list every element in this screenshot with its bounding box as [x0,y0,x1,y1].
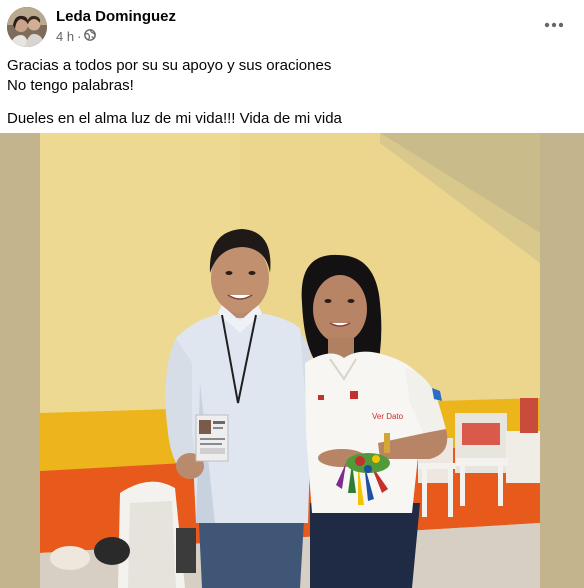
more-horizontal-icon [544,22,564,28]
author-name[interactable]: Leda Dominguez [56,8,176,25]
more-options-button[interactable] [540,11,568,39]
post-text-line: No tengo palabras! [7,76,134,94]
post-text: Gracias a todos por su su apoyo y sus or… [7,56,577,129]
shirt-print: Ver Dato [372,412,404,421]
facebook-post: Leda Dominguez 4 h · Gracias a todos por… [0,0,584,588]
post-text-line: Dueles en el alma luz de mi vida!!! Vida… [7,110,342,127]
post-photo[interactable]: Ver Dato [0,133,584,588]
meta-separator: · [77,29,82,44]
post-header: Leda Dominguez 4 h · [0,0,584,52]
avatar[interactable] [7,7,47,47]
post-text-line: Gracias a todos por su su apoyo y sus or… [7,57,332,74]
globe-icon[interactable] [84,29,97,44]
post-timestamp[interactable]: 4 h [56,29,74,44]
post-meta: 4 h · [56,29,97,44]
